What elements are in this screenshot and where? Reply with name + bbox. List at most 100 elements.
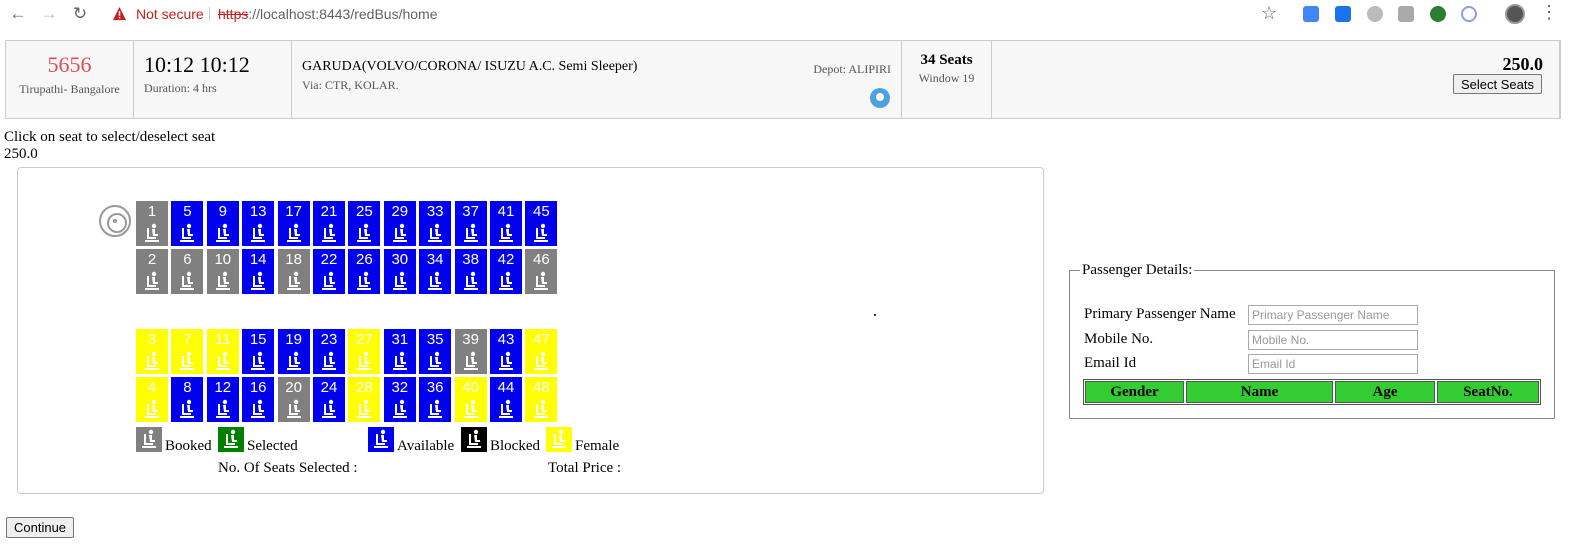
window-count: Window 19 (918, 71, 975, 85)
seat-12[interactable]: 12 (206, 377, 239, 422)
address-bar[interactable]: https://localhost:8443/redBus/home (218, 6, 437, 22)
forward-icon[interactable]: → (39, 4, 59, 24)
seat-33[interactable]: 33 (419, 201, 452, 246)
bus-price-cell: 250.0 Select Seats (992, 41, 1560, 118)
seat-10[interactable]: 10 (206, 249, 239, 294)
seat-icon (428, 271, 443, 290)
profile-avatar[interactable] (1505, 4, 1525, 24)
seat-31[interactable]: 31 (383, 329, 416, 374)
seat-icon (463, 351, 478, 370)
seat-13[interactable]: 13 (242, 201, 275, 246)
location-pin-icon[interactable] (870, 88, 890, 108)
seat-41[interactable]: 41 (490, 201, 522, 246)
seat-45[interactable]: 45 (525, 201, 558, 246)
seat-number: 2 (147, 251, 157, 268)
select-seats-button[interactable]: Select Seats (1453, 74, 1542, 94)
primary-passenger-label: Primary Passenger Name (1084, 306, 1236, 322)
seat-34[interactable]: 34 (419, 249, 452, 294)
column-seat-no: SeatNo. (1437, 381, 1539, 403)
seat-number: 8 (183, 379, 192, 396)
seat-18[interactable]: 18 (277, 249, 310, 294)
seat-14[interactable]: 14 (242, 249, 275, 294)
extension-globe-icon[interactable] (1430, 6, 1446, 22)
seat-29[interactable]: 29 (383, 201, 416, 246)
seat-42[interactable]: 42 (490, 249, 522, 294)
seat-1[interactable]: 1 (136, 201, 168, 246)
seat-6[interactable]: 6 (171, 249, 204, 294)
seat-36[interactable]: 36 (419, 377, 452, 422)
seat-icon (552, 429, 566, 448)
seat-9[interactable]: 9 (206, 201, 239, 246)
seat-46[interactable]: 46 (525, 249, 558, 294)
seat-37[interactable]: 37 (454, 201, 487, 246)
seat-39[interactable]: 39 (454, 329, 487, 374)
mobile-input[interactable] (1248, 330, 1418, 350)
seat-number: 35 (426, 331, 444, 348)
bus-via: Via: CTR, KOLAR. (302, 78, 399, 92)
seats-selected-label: No. Of Seats Selected : (218, 460, 358, 476)
seat-15[interactable]: 15 (242, 329, 275, 374)
seat-48[interactable]: 48 (525, 377, 558, 422)
email-input[interactable] (1248, 354, 1418, 374)
seat-3[interactable]: 3 (136, 329, 168, 374)
seat-7[interactable]: 7 (171, 329, 204, 374)
seat-icon (392, 223, 407, 242)
seat-number: 30 (391, 251, 409, 268)
seat-28[interactable]: 28 (348, 377, 381, 422)
seat-2[interactable]: 2 (136, 249, 168, 294)
seat-11[interactable]: 11 (206, 329, 239, 374)
seat-22[interactable]: 22 (313, 249, 345, 294)
seat-number: 18 (285, 251, 302, 268)
seat-19[interactable]: 19 (277, 329, 310, 374)
back-icon[interactable]: ← (8, 4, 28, 24)
continue-button[interactable]: Continue (6, 517, 75, 538)
seat-number: 43 (497, 331, 515, 348)
legend-booked-swatch (136, 427, 162, 452)
reload-icon[interactable]: ↻ (70, 4, 90, 24)
seat-icon (180, 399, 195, 418)
seat-25[interactable]: 25 (348, 201, 381, 246)
extension-g-icon[interactable] (1398, 6, 1414, 22)
seat-5[interactable]: 5 (171, 201, 204, 246)
seat-35[interactable]: 35 (419, 329, 452, 374)
extension-circle-icon[interactable] (1367, 6, 1383, 22)
fare-value: 250.0 (4, 146, 38, 162)
seat-27[interactable]: 27 (348, 329, 381, 374)
seat-32[interactable]: 32 (383, 377, 416, 422)
seat-20[interactable]: 20 (277, 377, 310, 422)
extension-translate-icon[interactable] (1303, 6, 1319, 22)
seat-number: 46 (533, 251, 550, 268)
seat-number: 29 (391, 203, 409, 220)
bookmark-star-icon[interactable]: ☆ (1261, 3, 1277, 24)
seat-17[interactable]: 17 (277, 201, 310, 246)
seat-30[interactable]: 30 (383, 249, 416, 294)
extension-search-icon[interactable] (1335, 6, 1351, 22)
seat-21[interactable]: 21 (313, 201, 345, 246)
bus-times-cell: 10:12 10:12 Duration: 4 hrs (134, 41, 292, 118)
not-secure-label[interactable]: Not secure (136, 6, 204, 22)
seat-icon (534, 271, 549, 290)
extension-cloud-icon[interactable] (1461, 6, 1477, 22)
seat-38[interactable]: 38 (454, 249, 487, 294)
separator (209, 7, 210, 21)
seat-icon (499, 351, 513, 370)
seat-4[interactable]: 4 (136, 377, 168, 422)
seat-icon (215, 399, 230, 418)
seat-40[interactable]: 40 (454, 377, 487, 422)
seat-16[interactable]: 16 (242, 377, 275, 422)
seat-icon (322, 399, 336, 418)
passenger-details-legend: Passenger Details: (1082, 262, 1193, 278)
browser-menu-icon[interactable]: ⋮ (1540, 2, 1558, 23)
seat-26[interactable]: 26 (348, 249, 381, 294)
seat-24[interactable]: 24 (313, 377, 345, 422)
seat-icon (534, 223, 549, 242)
seat-icon (499, 271, 513, 290)
seat-47[interactable]: 47 (525, 329, 558, 374)
seat-23[interactable]: 23 (313, 329, 345, 374)
primary-passenger-input[interactable] (1248, 305, 1418, 325)
seat-44[interactable]: 44 (490, 377, 522, 422)
seat-8[interactable]: 8 (171, 377, 204, 422)
bus-number-cell: 5656 Tirupathi- Bangalore (6, 41, 134, 118)
seat-icon (215, 223, 230, 242)
seat-43[interactable]: 43 (490, 329, 522, 374)
